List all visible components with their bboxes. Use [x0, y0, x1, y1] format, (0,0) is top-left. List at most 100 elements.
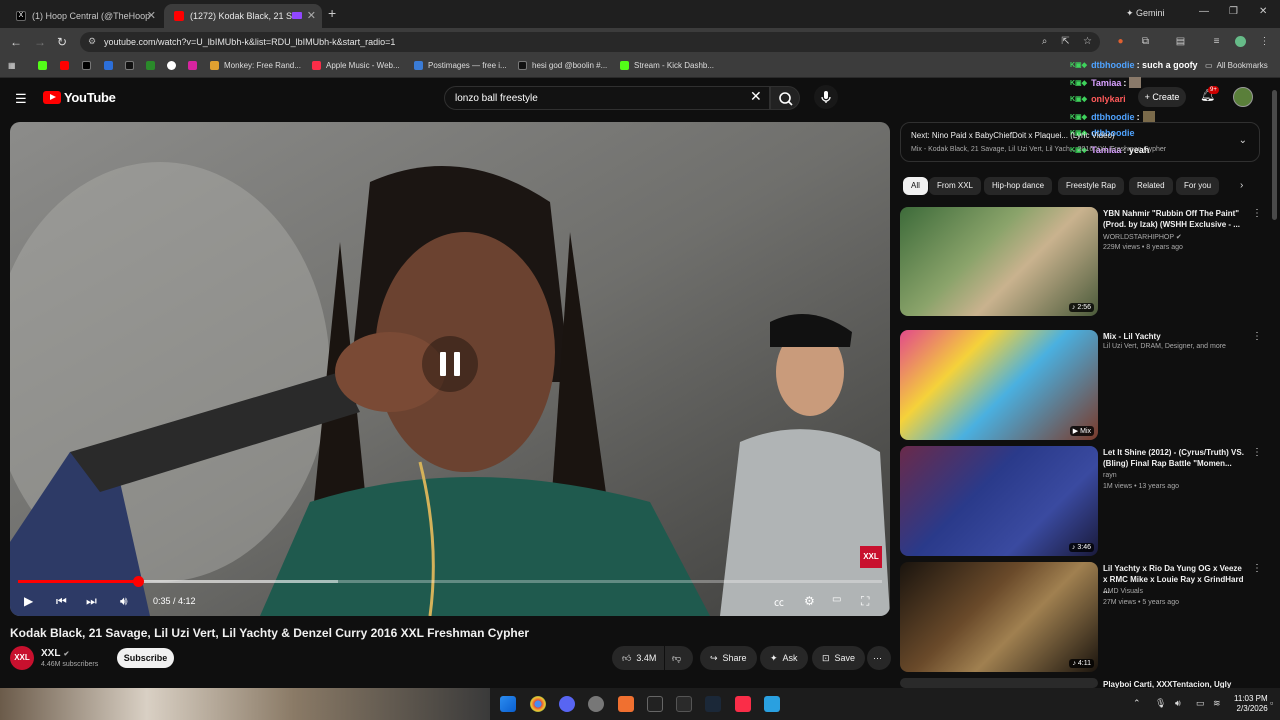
zoom-icon[interactable]: ⌕ — [1039, 36, 1050, 47]
speaker-tray-icon[interactable]: 🔊︎ — [1175, 698, 1181, 709]
browser-tab-youtube[interactable]: (1272) Kodak Black, 21 Sava ✕ — [164, 4, 322, 28]
windows-start-icon[interactable] — [500, 696, 516, 712]
xbox-icon[interactable] — [676, 696, 692, 712]
previous-icon[interactable]: ⏮ — [56, 594, 67, 609]
minimize-button[interactable]: — — [1199, 6, 1209, 17]
h-site-icon[interactable] — [146, 61, 155, 70]
gemini-button[interactable]: ✦ Gemini — [1126, 8, 1165, 19]
chip-freestyle-rap[interactable]: Freestyle Rap — [1058, 177, 1124, 195]
play-icon[interactable]: ▶ — [24, 594, 33, 608]
photos-icon[interactable] — [764, 696, 780, 712]
search-button[interactable] — [770, 86, 800, 110]
chip-hip-hop-dance[interactable]: Hip-hop dance — [984, 177, 1053, 195]
video-thumbnail[interactable]: ♪ 2:56 — [900, 207, 1098, 316]
volume-icon[interactable]: 🔊︎ — [120, 594, 128, 609]
browser-tab-hoop-central[interactable]: X (1) Hoop Central (@TheHoopCe... ✕ — [6, 4, 162, 28]
extension-icon[interactable]: ● — [1115, 36, 1126, 47]
chevron-right-icon[interactable]: › — [1240, 180, 1243, 191]
save-button[interactable]: ⊡ Save — [812, 646, 866, 670]
tiktok-icon[interactable] — [125, 61, 134, 70]
channel-avatar[interactable]: XXL — [10, 646, 34, 670]
chrome-menu-icon[interactable]: ⋮ — [1259, 36, 1270, 47]
more-vertical-icon[interactable]: ⋮ — [1252, 208, 1262, 219]
recommendation-title[interactable]: YBN Nahmir "Rubbin Off The Paint" (Prod.… — [1103, 208, 1248, 230]
shield-icon[interactable] — [104, 61, 113, 70]
steam-icon[interactable] — [705, 696, 721, 712]
bookmark-monkey[interactable]: Monkey: Free Rand... — [210, 61, 301, 70]
youtube-logo[interactable]: YouTube — [43, 90, 116, 105]
bookmark-star-icon[interactable]: ☆ — [1082, 36, 1093, 47]
more-vertical-icon[interactable]: ⋮ — [1252, 447, 1262, 458]
install-app-icon[interactable]: ⇱ — [1060, 36, 1071, 47]
video-thumbnail[interactable]: ▶ Mix — [900, 330, 1098, 440]
back-arrow-icon[interactable]: ← — [10, 35, 22, 49]
profile-icon[interactable] — [1235, 36, 1246, 47]
like-button[interactable]: 👍︎ 3.4M — [612, 646, 664, 670]
recommendation-title[interactable]: Playboi Carti, XXXTentacion, Ugly God — [1103, 679, 1248, 688]
menu-icon[interactable]: ☰ — [15, 91, 27, 107]
recommendation-title[interactable]: Let It Shine (2012) - (Cyrus/Truth) VS. … — [1103, 447, 1248, 469]
account-avatar[interactable] — [1233, 87, 1253, 107]
video-thumbnail[interactable]: ♪ 3:46 — [900, 446, 1098, 556]
chip-for-you[interactable]: For you — [1176, 177, 1220, 195]
apps-grid-icon[interactable]: ▦ — [8, 61, 16, 70]
recommendation-channel[interactable]: WORLDSTARHIPHOP ✔ — [1103, 233, 1182, 241]
recommendation-title[interactable]: Mix - Lil Yachty — [1103, 331, 1248, 342]
close-window-button[interactable]: ✕ — [1259, 6, 1267, 17]
kick-icon[interactable] — [38, 61, 47, 70]
app-icon[interactable] — [618, 696, 634, 712]
more-vertical-icon[interactable]: ⋮ — [1252, 563, 1262, 574]
voice-search-button[interactable] — [814, 85, 838, 109]
wifi-tray-icon[interactable]: ≋ — [1213, 698, 1221, 709]
x-logo-icon[interactable] — [82, 61, 91, 70]
site-info-icon[interactable]: ⚙ — [88, 36, 96, 47]
video-thumbnail[interactable] — [900, 678, 1098, 688]
close-tab-icon[interactable]: ✕ — [307, 9, 316, 22]
chevron-down-icon[interactable]: ⌄ — [1239, 135, 1247, 146]
new-tab-button[interactable]: + — [328, 5, 336, 21]
fullscreen-icon[interactable]: ⛶ — [861, 594, 869, 609]
channel-name[interactable]: XXL ✔ — [41, 648, 69, 659]
create-button[interactable]: + Create — [1138, 87, 1186, 107]
notification-center-icon[interactable]: ▫ — [1270, 698, 1273, 708]
share-button[interactable]: ↪ Share — [700, 646, 757, 670]
all-bookmarks[interactable]: ▭ All Bookmarks — [1205, 61, 1268, 70]
clear-search-icon[interactable]: ✕ — [750, 88, 762, 105]
settings-gear-icon[interactable]: ⚙ — [804, 594, 815, 608]
forward-arrow-icon[interactable]: → — [34, 35, 46, 49]
circle-site-icon[interactable] — [167, 61, 176, 70]
captions-icon[interactable]: ㏄ — [774, 594, 784, 609]
more-vertical-icon[interactable]: ⋮ — [1252, 331, 1262, 342]
video-thumbnail[interactable]: ♪ 4:11 — [900, 562, 1098, 672]
bookmark-postimages[interactable]: Postimages — free i... — [414, 61, 507, 70]
up-next-playlist[interactable]: Next: Nino Paid x BabyChiefDoit x Plaque… — [900, 122, 1260, 162]
bookmark-hesi-god[interactable]: hesi god @boolin #... — [518, 61, 607, 70]
chrome-icon[interactable] — [530, 696, 546, 712]
pause-overlay-icon[interactable] — [422, 336, 478, 392]
search-input[interactable]: lonzo ball freestyle — [444, 86, 770, 110]
progress-bar[interactable] — [18, 576, 882, 587]
mic-tray-icon[interactable]: 🎙︎ — [1155, 698, 1166, 709]
subscribe-button[interactable]: Subscribe — [117, 648, 174, 668]
reload-icon[interactable]: ↻ — [57, 35, 67, 49]
instagram-icon[interactable] — [188, 61, 197, 70]
media-controls-icon[interactable]: ≡ — [1211, 36, 1222, 47]
next-icon[interactable]: ⏭ — [86, 594, 97, 609]
apple-music-icon[interactable] — [735, 696, 751, 712]
ask-button[interactable]: ✦ Ask — [760, 646, 808, 670]
side-panel-icon[interactable]: ▤ — [1175, 36, 1186, 47]
taskbar-clock[interactable]: 11:03 PM 2/3/2026 — [1234, 694, 1268, 714]
maximize-button[interactable]: ❐ — [1229, 6, 1238, 17]
display-tray-icon[interactable]: ▭ — [1196, 698, 1205, 709]
page-scrollbar[interactable] — [1272, 90, 1277, 220]
obs-icon[interactable] — [588, 696, 604, 712]
more-actions-button[interactable]: ⋯ — [867, 646, 891, 670]
miniplayer-icon[interactable]: ▭ — [832, 594, 841, 605]
extensions-puzzle-icon[interactable]: ⧉ — [1140, 36, 1151, 47]
bookmark-kick-dashboard[interactable]: Stream - Kick Dashb... — [620, 61, 714, 70]
youtube-icon[interactable] — [60, 61, 69, 70]
discord-icon[interactable] — [559, 696, 575, 712]
bookmark-apple-music[interactable]: Apple Music - Web... — [312, 61, 400, 70]
capcut-icon[interactable] — [647, 696, 663, 712]
chip-related[interactable]: Related — [1129, 177, 1173, 195]
